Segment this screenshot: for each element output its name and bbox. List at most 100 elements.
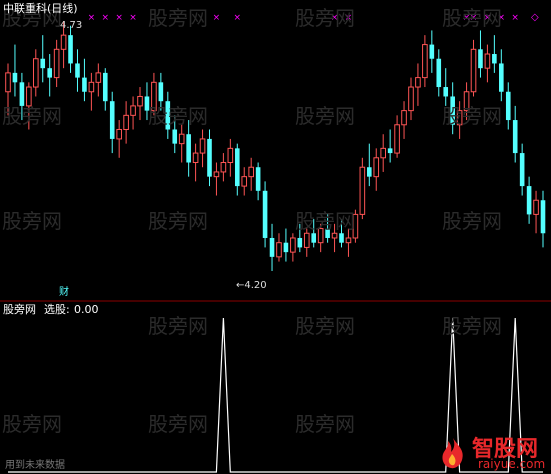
- candle-body: [436, 58, 442, 88]
- signal-mark: ×: [115, 13, 123, 23]
- candle-body: [352, 213, 359, 239]
- candle-body: [255, 167, 261, 191]
- candle-body: [519, 153, 525, 187]
- candle: [359, 157, 366, 220]
- candle-body: [88, 81, 95, 93]
- candle-body: [68, 35, 73, 64]
- chart-canvas: × × × × × × × × × × × × × ◇: [0, 0, 551, 474]
- candle-body: [505, 91, 511, 121]
- candle-body: [199, 138, 206, 154]
- candle-body: [331, 232, 338, 239]
- candle-body: [26, 86, 32, 107]
- signal-mark: ×: [213, 13, 221, 23]
- candle-body: [387, 148, 393, 154]
- candle-body: [492, 54, 497, 64]
- candle-body: [53, 48, 60, 79]
- candle-body: [380, 147, 386, 159]
- candle-body: [75, 63, 80, 78]
- candle-body: [186, 134, 191, 163]
- candle-body: [192, 152, 199, 164]
- candle-body: [172, 129, 178, 144]
- site-logo: 智股网 raiyue.com: [436, 430, 551, 474]
- candle-body: [109, 101, 115, 139]
- candle-body: [234, 148, 240, 187]
- candle-body: [478, 49, 483, 69]
- high-price-label: 4.73: [60, 20, 83, 31]
- candle-body: [443, 87, 449, 97]
- candle-body: [116, 128, 122, 140]
- candle-body: [40, 58, 46, 69]
- signal-mark: ×: [511, 13, 519, 23]
- candle-body: [95, 72, 102, 83]
- candle-body: [178, 133, 185, 145]
- candle-body: [165, 101, 171, 130]
- signal-mark: ×: [101, 13, 109, 23]
- candle-body: [325, 228, 330, 238]
- candle-body: [463, 91, 470, 112]
- candle-body: [130, 105, 136, 116]
- candle-body: [512, 120, 518, 154]
- candle-body: [345, 237, 352, 244]
- candle-body: [317, 228, 324, 244]
- candle-body: [339, 233, 344, 243]
- indicator-value: 0.00: [74, 303, 99, 316]
- candle-body: [241, 176, 248, 187]
- candle-body: [47, 68, 52, 78]
- candle-body: [102, 72, 108, 102]
- candle-body: [359, 166, 366, 215]
- signal-mark: ×: [129, 13, 137, 23]
- logo-url: raiyue.com: [478, 457, 546, 471]
- candle-body: [248, 166, 254, 178]
- candle-body: [12, 72, 18, 83]
- candle-body: [311, 233, 317, 243]
- candle-body: [283, 242, 289, 253]
- candle-body: [450, 96, 455, 125]
- chart-title: 中联重科(日线): [3, 2, 78, 15]
- signal-mark: ×: [88, 13, 96, 23]
- candle-body: [144, 96, 150, 111]
- low-price-label: ←4.20: [236, 280, 267, 291]
- candle-body: [303, 232, 310, 248]
- candle-body: [262, 190, 268, 238]
- candle-body: [394, 124, 400, 154]
- candle-body: [269, 237, 275, 257]
- indicator-name: 股旁网: [3, 303, 36, 316]
- candle-body: [415, 77, 421, 88]
- candle-body: [290, 237, 296, 253]
- signal-mark: ×: [470, 13, 478, 23]
- candle-body: [526, 186, 532, 215]
- signal-mark: ×: [234, 13, 242, 23]
- candle-body: [276, 242, 282, 258]
- signal-diamond: ◇: [531, 12, 539, 23]
- candle-body: [207, 138, 212, 177]
- signal-mark: ×: [331, 13, 339, 23]
- candle-body: [401, 110, 407, 126]
- candle-body: [123, 114, 129, 130]
- candle-body: [137, 95, 143, 107]
- candle-body: [82, 77, 87, 92]
- candle-body: [422, 44, 428, 79]
- candle-body: [499, 63, 504, 92]
- candle-body: [373, 157, 380, 178]
- candle-body: [32, 58, 39, 88]
- candle-body: [484, 53, 491, 69]
- signal-mark: ×: [498, 13, 506, 23]
- indicator-footer: 用到未来数据: [5, 460, 65, 471]
- candle-body: [456, 110, 463, 126]
- signal-mark: ×: [345, 13, 353, 23]
- candle-body: [366, 167, 372, 177]
- candle-body: [213, 171, 220, 178]
- candle: [262, 181, 268, 248]
- candle-body: [297, 237, 303, 248]
- candle-body: [470, 48, 477, 93]
- finance-marker[interactable]: 财: [59, 286, 69, 299]
- candle-body: [5, 72, 11, 93]
- flame-icon: [442, 438, 463, 469]
- candle-body: [158, 82, 164, 102]
- candle-body: [533, 199, 539, 215]
- signal-mark: ×: [484, 13, 492, 23]
- candle-body: [408, 86, 414, 112]
- indicator-formula-label: 选股:: [44, 303, 70, 316]
- candle-body: [19, 82, 25, 106]
- candle: [352, 209, 359, 243]
